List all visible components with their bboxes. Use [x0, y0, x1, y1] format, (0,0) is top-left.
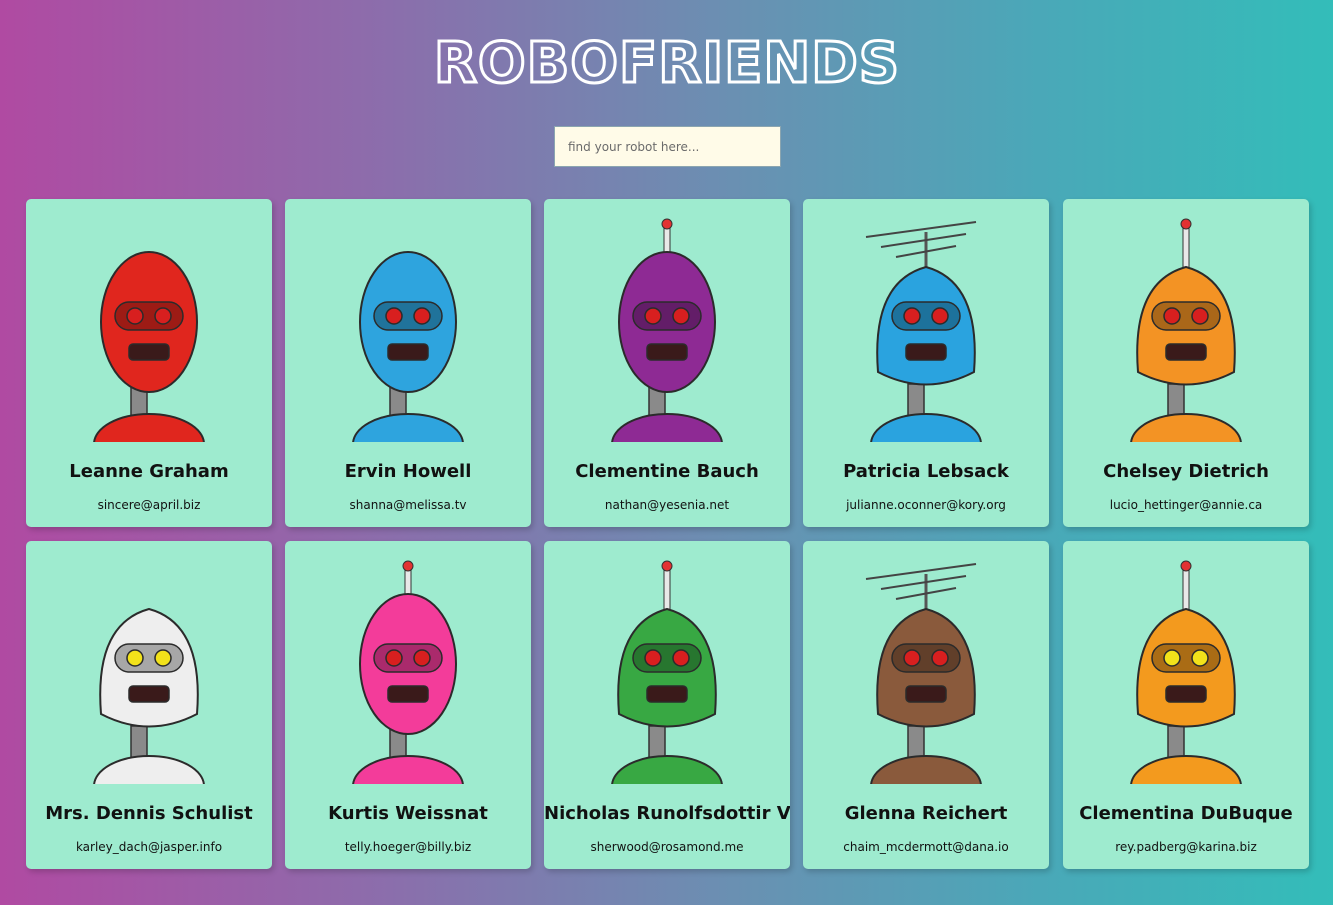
- robot-image: [1086, 212, 1286, 442]
- robot-image: [308, 554, 508, 784]
- app-title-logo: ROBOFRIENDS: [432, 30, 900, 98]
- robot-card[interactable]: Clementine Bauch nathan@yesenia.net: [544, 199, 790, 527]
- robot-email: shanna@melissa.tv: [349, 498, 467, 512]
- robot-email: chaim_mcdermott@dana.io: [843, 840, 1009, 854]
- robot-email: sincere@april.biz: [97, 498, 201, 512]
- robot-name: Leanne Graham: [69, 461, 229, 482]
- robot-card[interactable]: Kurtis Weissnat telly.hoeger@billy.biz: [285, 541, 531, 869]
- robot-image: [826, 212, 1026, 442]
- robot-name: Patricia Lebsack: [843, 461, 1009, 482]
- robot-card[interactable]: Leanne Graham sincere@april.biz: [26, 199, 272, 527]
- robot-email: rey.padberg@karina.biz: [1115, 840, 1257, 854]
- robot-email: karley_dach@jasper.info: [75, 840, 223, 854]
- robot-image: [567, 554, 767, 784]
- robot-name: Mrs. Dennis Schulist: [45, 803, 253, 824]
- robot-card[interactable]: Ervin Howell shanna@melissa.tv: [285, 199, 531, 527]
- robot-card[interactable]: Nicholas Runolfsdottir V sherwood@rosamon…: [544, 541, 790, 869]
- robot-card[interactable]: Mrs. Dennis Schulist karley_dach@jasper.i…: [26, 541, 272, 869]
- robot-card[interactable]: Clementina DuBuque rey.padberg@karina.biz: [1063, 541, 1309, 869]
- robot-name: Glenna Reichert: [844, 803, 1008, 824]
- svg-text:ROBOFRIENDS: ROBOFRIENDS: [433, 31, 899, 96]
- robot-email: sherwood@rosamond.me: [590, 840, 744, 854]
- robot-card[interactable]: Patricia Lebsack julianne.oconner@kory.or…: [803, 199, 1049, 527]
- robot-image: [308, 212, 508, 442]
- robot-email: julianne.oconner@kory.org: [846, 498, 1006, 512]
- robot-image: [567, 212, 767, 442]
- robot-name: Clementina DuBuque: [1079, 803, 1293, 824]
- robot-image: [1086, 554, 1286, 784]
- robot-image: [826, 554, 1026, 784]
- robot-email: telly.hoeger@billy.biz: [344, 840, 472, 854]
- app-title: ROBOFRIENDS: [0, 30, 1333, 98]
- robot-name: Ervin Howell: [344, 461, 472, 482]
- robot-name: Nicholas Runolfsdottir V: [544, 803, 790, 824]
- robot-card[interactable]: Chelsey Dietrich lucio_hettinger@annie.ca: [1063, 199, 1309, 527]
- robot-image: [49, 212, 249, 442]
- robot-email: lucio_hettinger@annie.ca: [1109, 498, 1263, 512]
- search-input[interactable]: [554, 126, 781, 167]
- robot-image: [49, 554, 249, 784]
- robot-card[interactable]: Glenna Reichert chaim_mcdermott@dana.io: [803, 541, 1049, 869]
- robot-name: Chelsey Dietrich: [1103, 461, 1269, 482]
- robot-name: Clementine Bauch: [575, 461, 759, 482]
- robot-name: Kurtis Weissnat: [328, 803, 488, 824]
- robot-email: nathan@yesenia.net: [604, 498, 730, 512]
